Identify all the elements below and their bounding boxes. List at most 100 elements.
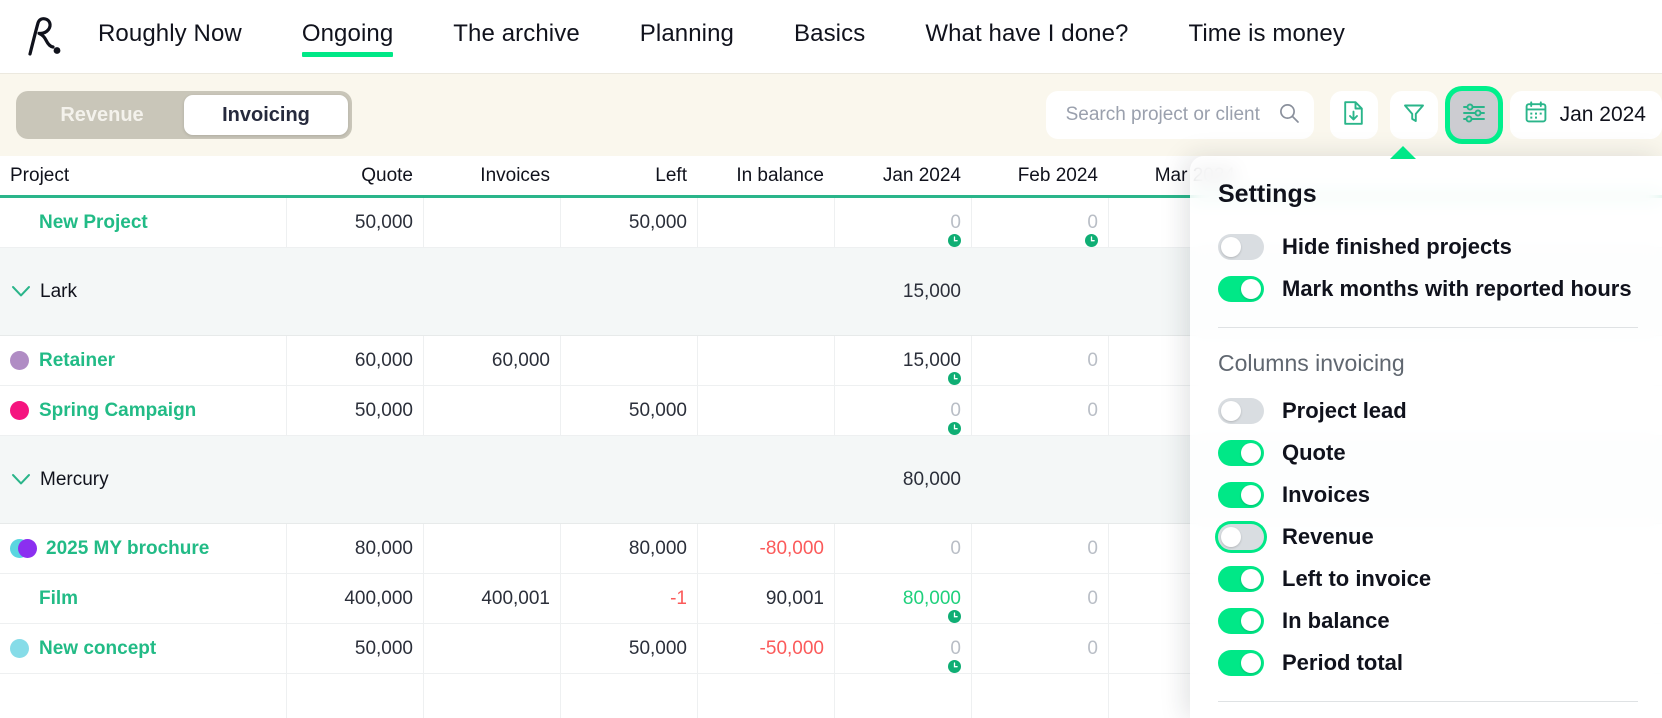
cell-quote[interactable]: 50,000 [286, 198, 423, 247]
toggle-switch[interactable] [1218, 650, 1264, 676]
project-name-cell[interactable]: Retainer [0, 336, 286, 385]
cell-invoices[interactable] [423, 624, 560, 673]
cell-left[interactable] [560, 336, 697, 385]
toggle-switch[interactable] [1218, 482, 1264, 508]
project-name-cell[interactable]: 2025 MY brochure [0, 524, 286, 573]
cell-in-balance[interactable]: -80,000 [697, 524, 834, 573]
cell-jan-2024[interactable]: 0 [834, 198, 971, 247]
cell-invoices[interactable] [423, 386, 560, 435]
nav-item-time-is-money[interactable]: Time is money [1188, 20, 1344, 54]
column-header-invoices[interactable]: Invoices [423, 165, 560, 187]
empty-project-cell [0, 674, 286, 718]
cell-left[interactable]: 50,000 [560, 386, 697, 435]
column-header-in-balance[interactable]: In balance [697, 165, 834, 187]
cell-quote[interactable]: 400,000 [286, 574, 423, 623]
project-name-cell[interactable]: Film [0, 574, 286, 623]
cell-feb-2024[interactable]: 0 [971, 574, 1108, 623]
column-header-left[interactable]: Left [560, 165, 697, 187]
nav-item-ongoing[interactable]: Ongoing [301, 20, 394, 57]
column-label: In balance [736, 164, 824, 186]
toggle-switch[interactable] [1218, 608, 1264, 634]
cell-jan-2024[interactable]: 0 [834, 624, 971, 673]
toggle-switch[interactable] [1218, 524, 1264, 550]
group-name-cell[interactable]: Lark [0, 281, 286, 303]
project-name[interactable]: New Project [39, 212, 148, 234]
toggle-switch[interactable] [1218, 440, 1264, 466]
nav-item-the-archive[interactable]: The archive [453, 20, 580, 54]
toggle-label: Revenue [1282, 524, 1374, 549]
nav-item-what-have-i-done[interactable]: What have I done? [925, 20, 1128, 54]
cell-invoices[interactable]: 400,001 [423, 574, 560, 623]
cell-in-balance[interactable]: 90,001 [697, 574, 834, 623]
column-header-jan-2024[interactable]: Jan 2024 [834, 165, 971, 187]
cell-invoices[interactable]: 60,000 [423, 336, 560, 385]
cell-feb-2024[interactable]: 0 [971, 386, 1108, 435]
settings-button[interactable] [1449, 91, 1498, 139]
project-name[interactable]: Film [39, 588, 78, 610]
cell-left[interactable]: 50,000 [560, 198, 697, 247]
cell-jan-2024[interactable]: 0 [834, 524, 971, 573]
cell-feb-2024[interactable]: 0 [971, 624, 1108, 673]
column-toggle-left-to-invoice[interactable]: Left to invoice [1218, 559, 1662, 599]
toggle-switch[interactable] [1218, 276, 1264, 302]
column-toggle-period-total[interactable]: Period total [1218, 643, 1662, 683]
cell-quote[interactable]: 50,000 [286, 386, 423, 435]
column-toggle-quote[interactable]: Quote [1218, 433, 1662, 473]
project-name[interactable]: 2025 MY brochure [46, 538, 209, 560]
cell-invoices[interactable] [423, 198, 560, 247]
nav-item-planning[interactable]: Planning [640, 20, 734, 54]
cell-invoices[interactable] [423, 524, 560, 573]
toggle-switch[interactable] [1218, 234, 1264, 260]
search-input[interactable] [1063, 103, 1278, 127]
project-name[interactable]: Spring Campaign [39, 400, 196, 422]
cell-in-balance[interactable]: -50,000 [697, 624, 834, 673]
search-box[interactable] [1045, 91, 1314, 139]
project-name[interactable]: Retainer [39, 350, 115, 372]
cell-in-balance[interactable] [697, 336, 834, 385]
nav-item-basics[interactable]: Basics [794, 20, 865, 54]
settings-columns-group: Project lead Quote Invoices Revenue Left to … [1218, 391, 1662, 683]
cell-left[interactable]: 50,000 [560, 624, 697, 673]
project-name-cell[interactable]: Spring Campaign [0, 386, 286, 435]
settings-general-group: Hide finished projects Mark months with r… [1218, 227, 1662, 309]
script-r-logo[interactable] [22, 14, 64, 60]
cell-in-balance[interactable] [697, 386, 834, 435]
project-name-cell[interactable]: New Project [0, 198, 286, 247]
chevron-down-icon[interactable] [10, 281, 32, 303]
column-toggle-revenue[interactable]: Revenue [1218, 517, 1662, 557]
column-toggle-project-lead[interactable]: Project lead [1218, 391, 1662, 431]
toggle-switch[interactable] [1218, 566, 1264, 592]
cell-value: 50,000 [354, 399, 413, 421]
column-header-project[interactable]: Project [0, 165, 286, 187]
cell-quote[interactable]: 60,000 [286, 336, 423, 385]
filter-button[interactable] [1389, 91, 1438, 139]
column-header-quote[interactable]: Quote [286, 165, 423, 187]
export-button[interactable] [1329, 91, 1378, 139]
project-name[interactable]: New concept [39, 638, 156, 660]
segment-invoicing[interactable]: Invoicing [184, 95, 348, 135]
cell-left[interactable]: -1 [560, 574, 697, 623]
column-toggle-invoices[interactable]: Invoices [1218, 475, 1662, 515]
cell-quote[interactable]: 50,000 [286, 624, 423, 673]
chevron-down-icon[interactable] [10, 469, 32, 491]
cell-in-balance[interactable] [697, 198, 834, 247]
setting-hide-finished-projects[interactable]: Hide finished projects [1218, 227, 1662, 267]
cell-jan-2024[interactable]: 80,000 [834, 574, 971, 623]
cell-value: 50,000 [628, 637, 687, 659]
group-name-cell[interactable]: Mercury [0, 469, 286, 491]
cell-feb-2024[interactable]: 0 [971, 336, 1108, 385]
setting-mark-months-with-reported-hours[interactable]: Mark months with reported hours [1218, 269, 1662, 309]
cell-jan-2024[interactable]: 0 [834, 386, 971, 435]
cell-feb-2024[interactable]: 0 [971, 198, 1108, 247]
cell-feb-2024[interactable]: 0 [971, 524, 1108, 573]
cell-jan-2024[interactable]: 15,000 [834, 336, 971, 385]
cell-quote[interactable]: 80,000 [286, 524, 423, 573]
project-name-cell[interactable]: New concept [0, 624, 286, 673]
column-header-feb-2024[interactable]: Feb 2024 [971, 165, 1108, 187]
column-toggle-in-balance[interactable]: In balance [1218, 601, 1662, 641]
toggle-switch[interactable] [1218, 398, 1264, 424]
segment-revenue[interactable]: Revenue [20, 95, 184, 135]
nav-item-roughly-now[interactable]: Roughly Now [98, 20, 242, 54]
date-range-selector[interactable]: Jan 2024 [1509, 91, 1662, 139]
cell-left[interactable]: 80,000 [560, 524, 697, 573]
